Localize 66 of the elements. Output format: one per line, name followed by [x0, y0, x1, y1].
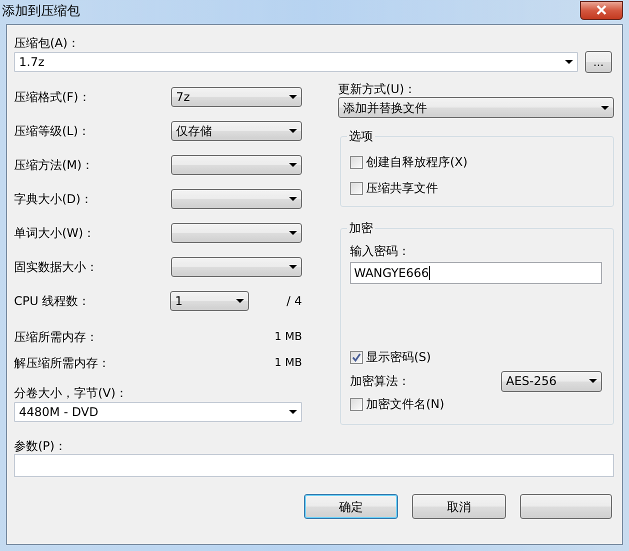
dropdown[interactable]: 1.7z: [14, 52, 578, 72]
field-label: 字典大小(D)：: [14, 191, 93, 208]
memory-value: 1 MB: [274, 354, 302, 371]
field-label: 压缩所需内存：: [14, 329, 98, 346]
field-label: 解压缩所需内存：: [14, 355, 110, 372]
field-label: 参数(P)：: [14, 438, 68, 454]
field-label: 输入密码：: [350, 243, 411, 260]
dropdown-arrow-icon: [289, 265, 297, 269]
dropdown[interactable]: [171, 155, 302, 175]
group-title: 加密: [347, 220, 375, 236]
dropdown-arrow-icon: [589, 379, 597, 383]
dropdown[interactable]: 7z: [171, 87, 302, 107]
dropdown[interactable]: 1: [170, 291, 249, 311]
dropdown[interactable]: [171, 257, 302, 277]
dropdown[interactable]: AES-256: [501, 370, 602, 392]
dropdown-arrow-icon: [565, 60, 573, 64]
close-icon: [596, 5, 607, 15]
field-label: 压缩等级(L)：: [14, 123, 90, 140]
browse-button[interactable]: ...: [585, 51, 612, 73]
dropdown-value: 7z: [176, 89, 190, 106]
dialog-button[interactable]: [520, 494, 612, 519]
dropdown[interactable]: 仅存储: [171, 121, 302, 141]
parameters-field[interactable]: [14, 454, 614, 477]
dropdown[interactable]: [171, 223, 302, 243]
password-field[interactable]: WANGYE666: [350, 262, 602, 284]
dropdown-arrow-icon: [289, 410, 297, 414]
checkbox[interactable]: [350, 156, 363, 168]
field-label: CPU 线程数：: [14, 293, 92, 310]
dropdown-arrow-icon: [289, 129, 297, 133]
group-title: 选项: [347, 128, 375, 144]
dropdown-value: 仅存储: [176, 123, 212, 140]
dropdown-arrow-icon: [236, 299, 244, 303]
thread-max: / 4: [286, 293, 302, 310]
field-label: 更新方式(U)：: [338, 81, 418, 97]
field-label: 压缩包(A)：: [14, 35, 81, 51]
checkbox[interactable]: [350, 182, 363, 194]
close-button[interactable]: [580, 0, 623, 20]
dropdown-arrow-icon: [289, 197, 297, 201]
checkbox-label: 加密文件名(N): [366, 396, 444, 413]
dialog-button[interactable]: 取消: [412, 494, 506, 519]
dropdown-value: 添加并替换文件: [343, 100, 427, 116]
dropdown-arrow-icon: [289, 163, 297, 167]
checkbox[interactable]: [350, 398, 363, 410]
dropdown-arrow-icon: [601, 106, 609, 110]
field-label: 分卷大小，字节(V)：: [14, 385, 129, 402]
field-label: 固实数据大小：: [14, 259, 98, 276]
field-label: 压缩格式(F)：: [14, 89, 90, 106]
dropdown-value: AES-256: [506, 373, 557, 390]
dropdown-value: 1.7z: [19, 54, 44, 71]
field-label: 单词大小(W)：: [14, 225, 96, 242]
checkbox[interactable]: [350, 350, 363, 364]
memory-value: 1 MB: [274, 328, 302, 345]
dropdown-arrow-icon: [289, 95, 297, 99]
dropdown-arrow-icon: [289, 231, 297, 235]
checkbox-label: 压缩共享文件: [366, 180, 438, 197]
dialog-button[interactable]: 确定: [304, 494, 398, 519]
field-label: 压缩方法(M)：: [14, 157, 94, 174]
dropdown[interactable]: 添加并替换文件: [338, 97, 614, 118]
checkbox-label: 显示密码(S): [366, 349, 431, 366]
dropdown-value: 1: [175, 293, 183, 310]
dropdown[interactable]: 4480M - DVD: [14, 402, 302, 422]
field-label: 加密算法：: [350, 373, 410, 390]
dropdown-value: 4480M - DVD: [19, 404, 98, 421]
dropdown[interactable]: [171, 189, 302, 209]
window-title: 添加到压缩包: [2, 3, 80, 22]
checkbox-label: 创建自释放程序(X): [366, 154, 468, 171]
